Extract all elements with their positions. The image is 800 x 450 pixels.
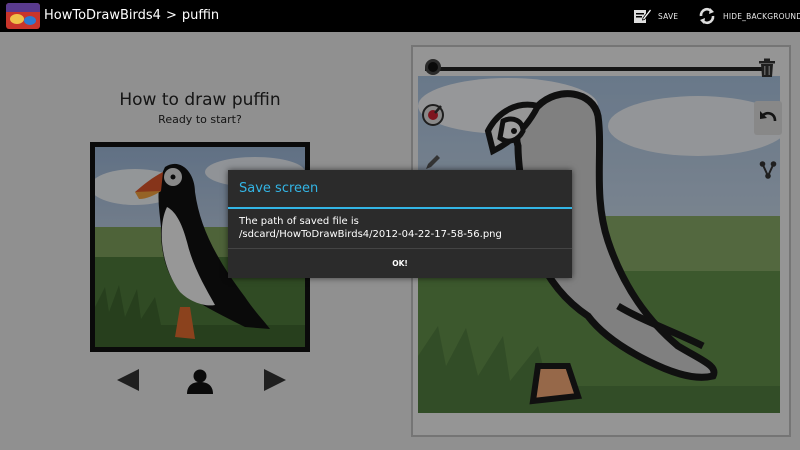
breadcrumb-current: puffin (181, 8, 220, 23)
hide-background-label: HIDE_BACKGROUND (723, 11, 800, 21)
app-logo-icon[interactable] (6, 3, 40, 29)
breadcrumb: HowToDrawBirds4 > puffin (44, 8, 219, 23)
breadcrumb-separator: > (165, 8, 177, 23)
breadcrumb-root[interactable]: HowToDrawBirds4 (44, 8, 161, 23)
save-dialog: Save screen The path of saved file is /s… (228, 170, 572, 278)
hide-background-button[interactable]: HIDE_BACKGROUND (697, 6, 800, 26)
dialog-button-bar: OK! (228, 248, 572, 279)
dialog-title-divider (228, 207, 572, 209)
dialog-title: Save screen (239, 181, 319, 196)
save-button[interactable]: SAVE (632, 6, 678, 26)
dialog-message-line1: The path of saved file is (239, 216, 359, 227)
edit-save-icon (634, 8, 652, 23)
action-bar: HowToDrawBirds4 > puffin SAVE HIDE_BACKGRO… (0, 0, 800, 32)
ok-button[interactable]: OK! (228, 249, 572, 279)
save-label: SAVE (658, 11, 679, 21)
refresh-icon (699, 7, 715, 25)
dialog-message-path: /sdcard/HowToDrawBirds4/2012-04-22-17-58… (239, 229, 502, 240)
